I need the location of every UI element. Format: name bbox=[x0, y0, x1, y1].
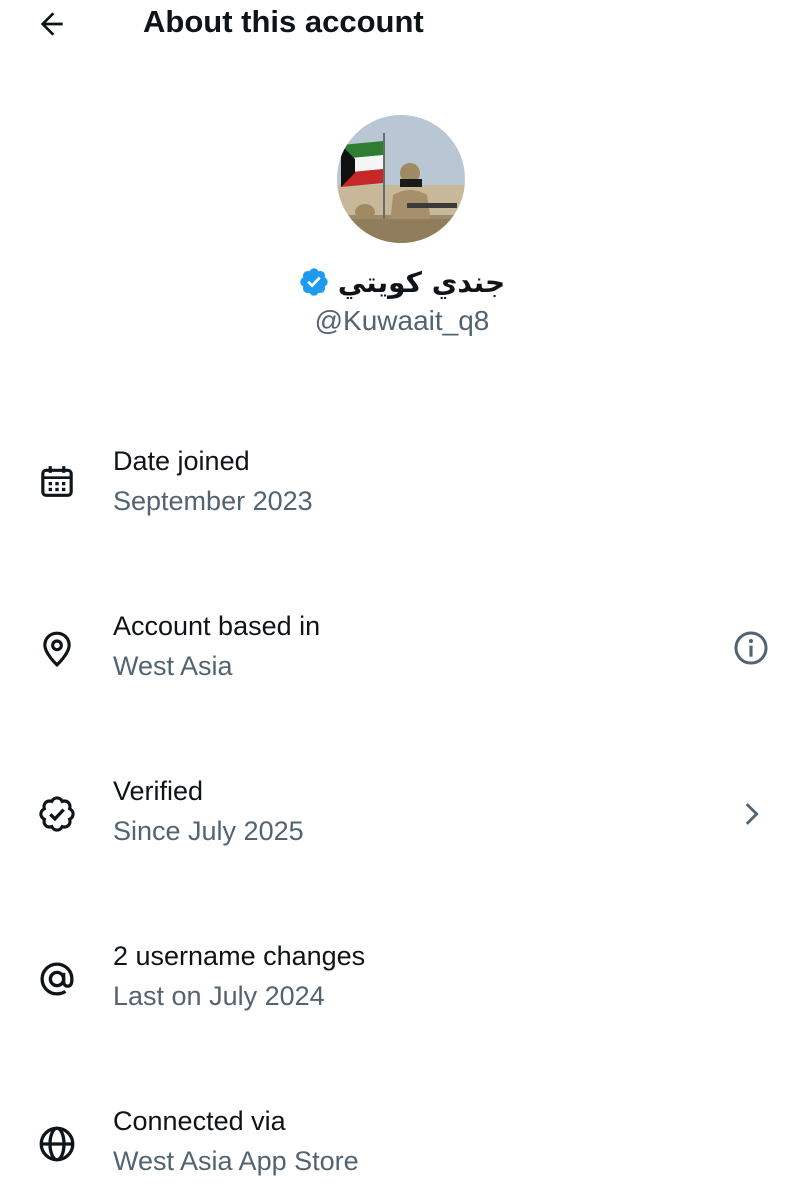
info-icon[interactable] bbox=[729, 626, 773, 670]
back-button[interactable] bbox=[30, 4, 74, 44]
location-pin-icon bbox=[33, 625, 81, 673]
arrow-left-icon bbox=[40, 12, 63, 36]
page-title: About this account bbox=[143, 4, 424, 39]
row-label: 2 username changes bbox=[113, 941, 366, 971]
row-label: Verified bbox=[113, 776, 204, 806]
profile-handle: @Kuwaait_q8 bbox=[314, 305, 490, 336]
info-row-date-joined: Date joined September 2023 bbox=[0, 440, 803, 550]
display-name: جندي كويتي bbox=[337, 265, 506, 299]
verified-badge-icon[interactable] bbox=[298, 266, 330, 298]
globe-icon bbox=[33, 1120, 81, 1168]
row-label: Account based in bbox=[113, 611, 321, 641]
at-sign-icon bbox=[33, 955, 81, 1003]
row-value: West Asia App Store bbox=[113, 1146, 359, 1176]
row-label: Connected via bbox=[113, 1106, 286, 1136]
chevron-right-icon[interactable] bbox=[729, 792, 773, 836]
row-value: September 2023 bbox=[113, 486, 313, 516]
verified-badge-outline-icon bbox=[33, 790, 81, 838]
info-row-connected-via: Connected via West Asia App Store bbox=[0, 1100, 803, 1200]
row-value: Last on July 2024 bbox=[113, 981, 325, 1011]
row-label: Date joined bbox=[113, 446, 250, 476]
info-row-username-changes: 2 username changes Last on July 2024 bbox=[0, 935, 803, 1045]
row-value: Since July 2025 bbox=[113, 816, 304, 846]
row-value: West Asia bbox=[113, 651, 233, 681]
avatar-image bbox=[337, 115, 465, 243]
profile-name-row: جندي كويتي bbox=[0, 262, 803, 302]
avatar[interactable] bbox=[337, 115, 465, 243]
calendar-icon bbox=[33, 458, 81, 506]
info-row-verified[interactable]: Verified Since July 2025 bbox=[0, 770, 803, 880]
info-row-account-based-in: Account based in West Asia bbox=[0, 605, 803, 715]
about-account-page: About this account جندي كويتي @Kuwaait_q… bbox=[0, 0, 803, 1200]
